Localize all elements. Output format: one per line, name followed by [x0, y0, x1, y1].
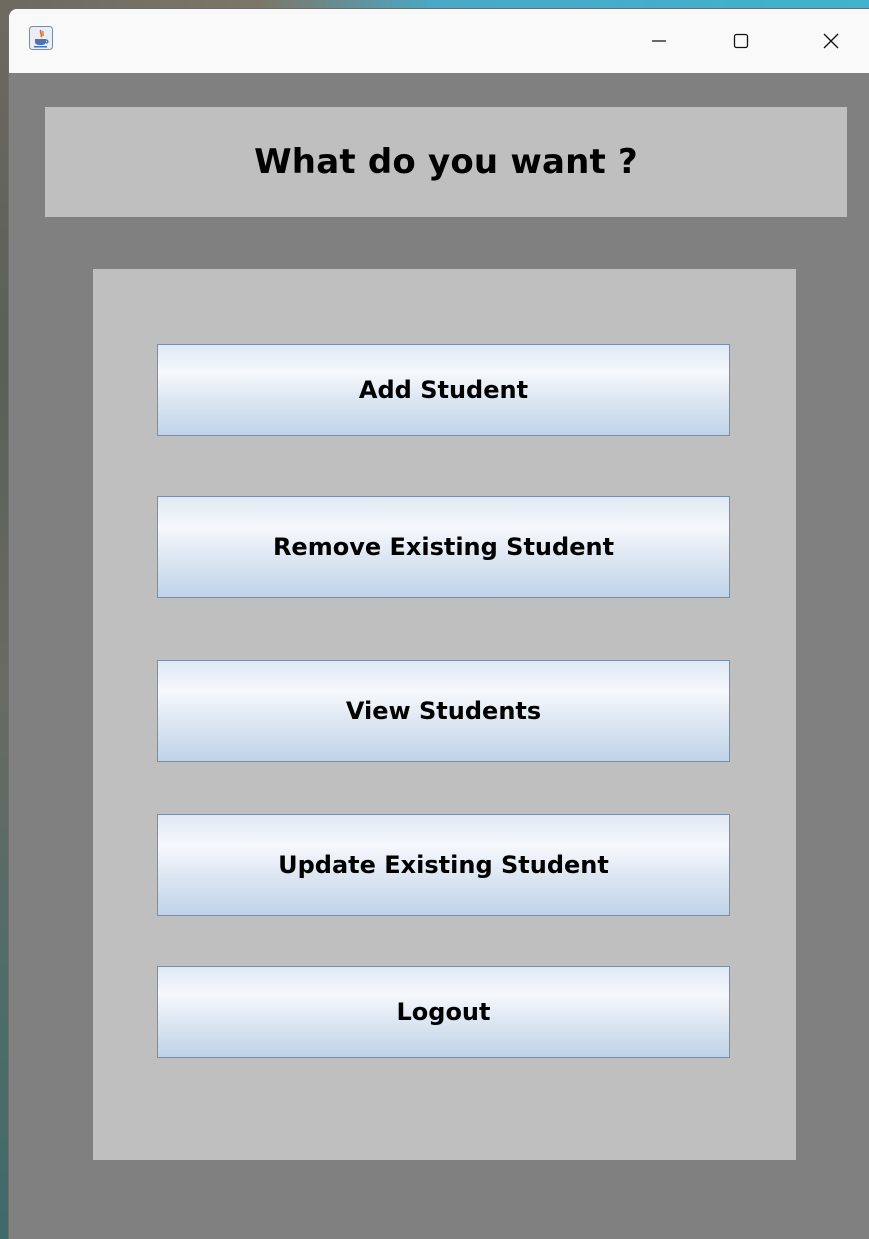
header-panel: What do you want ?	[45, 107, 847, 217]
java-app-icon[interactable]	[29, 26, 53, 50]
logout-button[interactable]: Logout	[157, 966, 730, 1058]
remove-student-button[interactable]: Remove Existing Student	[157, 496, 730, 598]
update-student-button[interactable]: Update Existing Student	[157, 814, 730, 916]
maximize-button[interactable]	[709, 9, 773, 73]
application-window: What do you want ? Add Student Remove Ex…	[9, 9, 869, 1239]
maximize-icon	[733, 33, 749, 49]
add-student-button[interactable]: Add Student	[157, 344, 730, 436]
window-titlebar[interactable]	[9, 9, 869, 73]
minimize-button[interactable]	[627, 9, 691, 73]
view-students-button[interactable]: View Students	[157, 660, 730, 762]
menu-panel: Add Student Remove Existing Student View…	[93, 269, 796, 1160]
page-title: What do you want ?	[254, 142, 638, 182]
close-icon	[823, 33, 839, 49]
minimize-icon	[652, 40, 666, 42]
close-button[interactable]	[799, 9, 863, 73]
